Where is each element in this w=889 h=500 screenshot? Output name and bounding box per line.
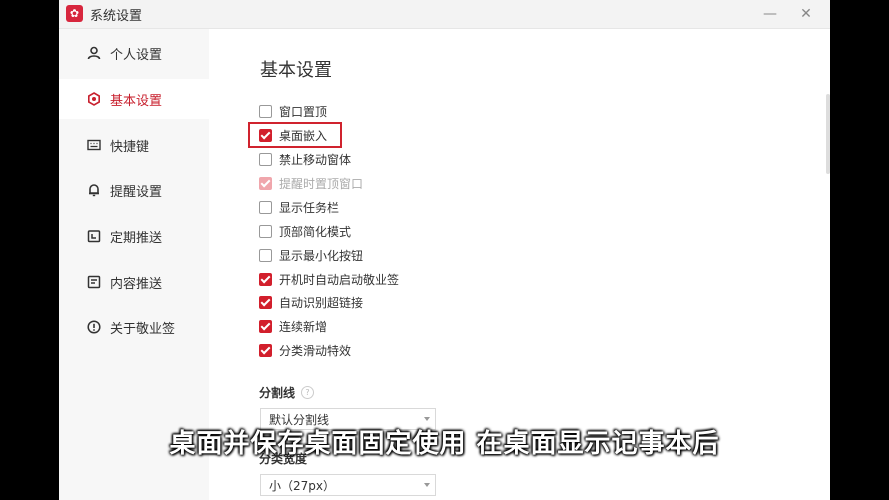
minimize-button[interactable]: — [759, 3, 781, 25]
checkbox[interactable] [259, 343, 272, 357]
title-bar[interactable]: ✿ 系统设置 — ✕ [59, 0, 830, 29]
checkbox[interactable] [259, 128, 272, 142]
sidebar-item-shortcuts[interactable]: 快捷键 [59, 125, 209, 165]
person-icon [86, 45, 102, 61]
option-label: 显示任务栏 [279, 200, 340, 215]
option-slide-effect[interactable]: 分类滑动特效 [259, 340, 351, 360]
option-window-on-top[interactable]: 窗口置顶 [259, 101, 327, 121]
option-label: 提醒时置顶窗口 [279, 176, 364, 191]
sidebar-item-basic[interactable]: 基本设置 [59, 79, 209, 119]
help-icon[interactable]: ? [301, 386, 315, 399]
keyboard-icon [86, 137, 102, 153]
sidebar-item-label: 关于敬业签 [110, 321, 176, 337]
section-label-text: 分割线 [259, 386, 296, 400]
sidebar-item-scheduled-push[interactable]: 定期推送 [59, 216, 209, 256]
chevron-down-icon [424, 483, 430, 487]
video-caption: 桌面并保存桌面固定使用 在桌面显示记事本后 [169, 429, 720, 459]
option-simplified-top[interactable]: 顶部简化模式 [259, 221, 351, 241]
sidebar-item-label: 基本设置 [110, 93, 163, 109]
option-reminder-on-top: 提醒时置顶窗口 [259, 173, 363, 193]
sidebar-item-label: 内容推送 [110, 276, 163, 292]
sidebar-item-reminders[interactable]: 提醒设置 [59, 170, 209, 210]
option-show-taskbar[interactable]: 显示任务栏 [259, 197, 339, 217]
chevron-down-icon [424, 417, 430, 421]
option-continuous-add[interactable]: 连续新增 [259, 316, 327, 336]
checkbox[interactable] [259, 295, 272, 309]
sidebar-item-personal[interactable]: 个人设置 [59, 33, 209, 73]
option-label: 禁止移动窗体 [279, 152, 352, 167]
option-label: 分类滑动特效 [279, 343, 352, 358]
checkbox[interactable] [259, 200, 272, 214]
option-auto-link[interactable]: 自动识别超链接 [259, 292, 363, 312]
option-label: 桌面嵌入 [279, 128, 328, 143]
checkbox[interactable] [259, 152, 272, 166]
checkbox[interactable] [259, 248, 272, 262]
select-value: 小（27px） [269, 478, 335, 493]
page-title: 基本设置 [260, 60, 332, 81]
option-label: 开机时自动启动敬业签 [279, 272, 400, 287]
sidebar-item-content-push[interactable]: 内容推送 [59, 262, 209, 302]
checkbox[interactable] [259, 272, 272, 286]
document-icon [86, 274, 102, 290]
info-icon [86, 319, 102, 335]
option-label: 连续新增 [279, 319, 328, 334]
option-show-minimize[interactable]: 显示最小化按钮 [259, 245, 363, 265]
option-label: 窗口置顶 [279, 104, 328, 119]
checkbox[interactable] [259, 319, 272, 333]
option-label: 自动识别超链接 [279, 295, 364, 310]
option-autostart[interactable]: 开机时自动启动敬业签 [259, 269, 399, 289]
option-label: 顶部简化模式 [279, 224, 352, 239]
app-logo-icon: ✿ [66, 5, 83, 22]
settings-icon [86, 91, 102, 107]
sidebar-item-label: 提醒设置 [110, 184, 163, 200]
bell-icon [86, 182, 102, 198]
sidebar-item-about[interactable]: 关于敬业签 [59, 307, 209, 347]
scrollbar[interactable] [826, 94, 830, 174]
option-lock-window[interactable]: 禁止移动窗体 [259, 149, 351, 169]
checkbox[interactable] [259, 104, 272, 118]
window-title: 系统设置 [90, 9, 143, 24]
divider-section-label: 分割线 ? [259, 384, 315, 401]
calendar-icon [86, 228, 102, 244]
close-button[interactable]: ✕ [795, 3, 817, 25]
checkbox[interactable] [259, 224, 272, 238]
sidebar-item-label: 个人设置 [110, 47, 163, 63]
option-label: 显示最小化按钮 [279, 248, 364, 263]
checkbox [259, 176, 272, 190]
sidebar-item-label: 定期推送 [110, 230, 163, 246]
width-select[interactable]: 小（27px） [260, 474, 436, 496]
sidebar-item-label: 快捷键 [110, 139, 150, 155]
option-desktop-embed[interactable]: 桌面嵌入 [259, 125, 327, 145]
